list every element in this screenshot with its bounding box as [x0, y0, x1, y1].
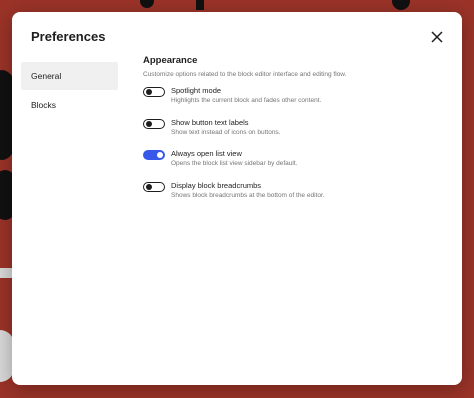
preferences-panel: Appearance Customize options related to … — [143, 54, 443, 212]
always-open-list-view-toggle[interactable] — [143, 150, 165, 160]
preferences-sidebar: General Blocks — [21, 62, 118, 119]
toggle-knob — [145, 120, 152, 127]
background-shape — [140, 0, 154, 8]
option-label: Always open list view — [171, 149, 242, 158]
background-shape — [196, 0, 204, 10]
option-always-open-list-view: Always open list view Opens the block li… — [143, 149, 443, 181]
option-help: Shows block breadcrumbs at the bottom of… — [171, 191, 325, 199]
option-label: Spotlight mode — [171, 86, 222, 95]
background-shape — [392, 0, 410, 10]
background-shape — [0, 268, 12, 278]
option-spotlight-mode: Spotlight mode Highlights the current bl… — [143, 86, 443, 118]
preferences-dialog: Preferences General Blocks Appearance Cu… — [12, 12, 462, 385]
toggle-knob — [145, 89, 152, 95]
dialog-title: Preferences — [31, 29, 106, 44]
option-display-block-breadcrumbs: Display block breadcrumbs Shows block br… — [143, 181, 443, 213]
tab-general[interactable]: General — [21, 62, 118, 90]
display-block-breadcrumbs-toggle[interactable] — [143, 181, 165, 192]
show-button-text-labels-toggle[interactable] — [143, 118, 165, 129]
tab-blocks[interactable]: Blocks — [21, 91, 118, 119]
option-label: Show button text labels — [171, 117, 249, 127]
section-title: Appearance — [143, 55, 198, 66]
option-help: Highlights the current block and fades o… — [171, 97, 322, 104]
option-help: Show text instead of icons on buttons. — [171, 128, 281, 136]
spotlight-mode-toggle[interactable] — [143, 87, 165, 97]
option-help: Opens the block list view sidebar by def… — [171, 160, 298, 167]
toggle-knob — [145, 183, 152, 190]
option-label: Display block breadcrumbs — [171, 180, 262, 190]
close-icon[interactable] — [428, 28, 446, 46]
toggle-knob — [156, 152, 163, 158]
option-show-button-text-labels: Show button text labels Show text instea… — [143, 118, 443, 150]
section-description: Customize options related to the block e… — [143, 71, 347, 78]
